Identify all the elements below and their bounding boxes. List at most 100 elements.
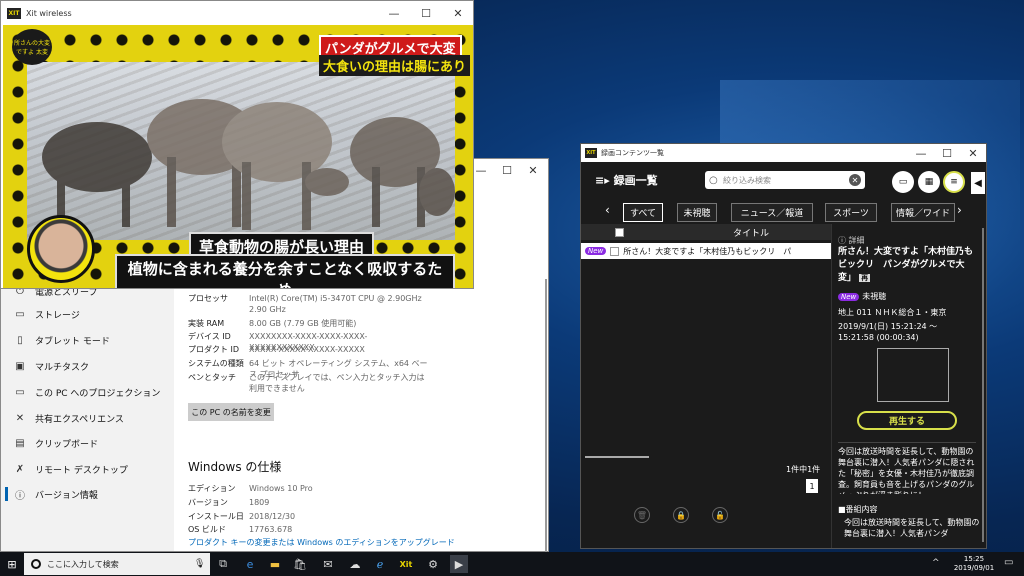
recorder-header: ≡▸ 録画一覧 ○ 絞り込み検索 ✕ ▭ ▦ ≡ ◀ bbox=[581, 162, 986, 200]
page-button[interactable]: 1 bbox=[806, 479, 818, 493]
rename-pc-button[interactable]: この PC の名前を変更 bbox=[188, 403, 274, 421]
spec-value: このディスプレイでは、ペン入力とタッチ入力は利用できません bbox=[249, 373, 425, 393]
notification-icon[interactable]: ▭ bbox=[1004, 557, 1013, 568]
nav-item-clipboard[interactable]: ▤ クリップボード bbox=[1, 431, 174, 455]
select-all-checkbox[interactable] bbox=[615, 227, 624, 237]
store-icon[interactable]: 🛍 bbox=[291, 555, 309, 573]
list-hscrollbar[interactable] bbox=[585, 456, 649, 458]
recorder-window-title: 録画コンテンツ一覧 bbox=[601, 149, 664, 157]
nav-item-projection[interactable]: ▭ この PC へのプロジェクション bbox=[1, 380, 174, 404]
recorder-window-controls: — ☐ ✕ bbox=[910, 144, 984, 162]
nav-item-storage[interactable]: ▭ ストレージ bbox=[1, 302, 174, 326]
new-badge: New bbox=[585, 247, 607, 255]
spec-key: OS ビルド bbox=[188, 525, 226, 534]
close-button[interactable]: ✕ bbox=[445, 2, 471, 24]
nav-item-label: 共有エクスペリエンス bbox=[35, 414, 124, 425]
taskbar-search-placeholder: ここに入力して検索 bbox=[47, 559, 119, 569]
video-window-controls: — ☐ ✕ bbox=[381, 2, 471, 24]
close-button[interactable]: ✕ bbox=[962, 144, 984, 162]
tab-info[interactable]: 情報／ワイド bbox=[891, 203, 955, 222]
video-scene bbox=[27, 62, 455, 240]
nav-item-label: タブレット モード bbox=[35, 336, 110, 347]
mail-icon[interactable]: ✉ bbox=[319, 555, 337, 573]
clear-search-icon[interactable]: ✕ bbox=[849, 174, 861, 186]
lock-icon[interactable]: 🔒 bbox=[673, 507, 689, 523]
maximize-button[interactable]: ☐ bbox=[936, 144, 958, 162]
play-button[interactable]: 再生する bbox=[857, 411, 957, 430]
start-button[interactable]: ⊞ bbox=[0, 552, 24, 576]
tab-unwatched[interactable]: 未視聴 bbox=[677, 203, 717, 222]
recording-list: タイトル New 所さん！大変ですよ「木村佳乃もビックリ パ 1件中1件 1 🗑… bbox=[581, 224, 831, 548]
product-key-link[interactable]: プロダクト キーの変更または Windows のエディションをアップグレード bbox=[188, 537, 455, 548]
spec-value: Intel(R) Core(TM) i5-3470T CPU @ 2.90GHz… bbox=[249, 294, 422, 314]
recordings-icon[interactable]: ≡ bbox=[943, 171, 965, 193]
settings-scrollbar[interactable] bbox=[545, 279, 547, 576]
taskbar: ⊞ ここに入力して検索 🎙 ⧉ e ▬ 🛍 ✉ ☁ ℯ Xit ⚙ ▶ ^ 15… bbox=[0, 552, 1024, 576]
filter-search-input[interactable]: ○ 絞り込み検索 ✕ bbox=[705, 171, 865, 189]
row-title: 所さん！大変ですよ「木村佳乃もビックリ パ bbox=[623, 246, 792, 256]
row-checkbox[interactable] bbox=[610, 246, 620, 256]
table-row[interactable]: New 所さん！大変ですよ「木村佳乃もビックリ パ bbox=[581, 243, 831, 259]
list-icon: ≡▸ bbox=[595, 174, 614, 187]
nav-item-multitask[interactable]: ▣ マルチタスク bbox=[1, 354, 174, 378]
spec-value: Windows 10 Pro bbox=[249, 484, 313, 493]
settings-icon[interactable]: ⚙ bbox=[424, 555, 442, 573]
edge-icon[interactable]: e bbox=[241, 555, 259, 573]
remote-icon: ✗ bbox=[15, 463, 25, 475]
unwatched-status: 未視聴 bbox=[862, 292, 887, 301]
windows-spec-heading: Windows の仕様 bbox=[188, 460, 282, 474]
recording-list-text: 録画一覧 bbox=[613, 174, 658, 187]
explorer-icon[interactable]: ▬ bbox=[266, 555, 284, 573]
search-placeholder: 絞り込み検索 bbox=[723, 175, 771, 185]
tab-sports[interactable]: スポーツ bbox=[825, 203, 877, 222]
task-view-icon[interactable]: ⧉ bbox=[214, 555, 232, 573]
unlock-icon[interactable]: 🔓 bbox=[712, 507, 728, 523]
tab-news[interactable]: ニュース／報道 bbox=[731, 203, 813, 222]
microphone-icon[interactable]: 🎙 bbox=[194, 559, 206, 569]
detail-scrollbar[interactable] bbox=[982, 228, 984, 542]
minimize-button[interactable]: — bbox=[910, 144, 932, 162]
rerun-tag: 再 bbox=[859, 274, 871, 282]
spec-key: インストール日 bbox=[188, 512, 244, 521]
spec-row: 実装 RAM 8.00 GB (7.79 GB 使用可能) bbox=[188, 318, 528, 329]
nav-item-label: バージョン情報 bbox=[35, 490, 98, 501]
tabs-prev-icon[interactable]: ‹ bbox=[605, 203, 610, 217]
datetime-end-text: 15:21:58 (00:00:34) bbox=[838, 333, 919, 342]
nav-item-label: リモート デスクトップ bbox=[35, 465, 128, 476]
spec-key: バージョン bbox=[188, 498, 228, 507]
minimize-button[interactable]: — bbox=[381, 2, 407, 24]
nav-item-about[interactable]: ⓘ バージョン情報 bbox=[1, 482, 174, 506]
spec-row: バージョン 1809 bbox=[188, 497, 528, 508]
clipboard-icon: ▤ bbox=[15, 437, 25, 449]
delete-icon[interactable]: 🗑 bbox=[634, 507, 650, 523]
spec-key: プロセッサ bbox=[188, 294, 228, 303]
nav-item-shared[interactable]: ✕ 共有エクスペリエンス bbox=[1, 406, 174, 430]
spec-key: エディション bbox=[188, 484, 236, 493]
info-icon: ⓘ bbox=[838, 236, 849, 245]
tv-icon[interactable]: ▭ bbox=[892, 171, 914, 193]
taskbar-search-input[interactable]: ここに入力して検索 🎙 bbox=[24, 553, 210, 575]
tab-all[interactable]: すべて bbox=[623, 203, 663, 222]
subtitle-line-2: 植物に含まれる養分を余すことなく吸収するため bbox=[115, 254, 455, 288]
collapse-panel-button[interactable]: ◀ bbox=[971, 172, 985, 194]
guide-icon[interactable]: ▦ bbox=[918, 171, 940, 193]
tray-overflow-icon[interactable]: ^ bbox=[932, 558, 940, 568]
divider bbox=[838, 442, 976, 443]
column-title: タイトル bbox=[733, 229, 770, 239]
photos-icon[interactable]: ☁ bbox=[346, 555, 364, 573]
caption-second: 大食いの理由は腸にあり bbox=[319, 55, 471, 76]
nav-item-tablet[interactable]: ▯ タブレット モード bbox=[1, 328, 174, 352]
info-icon: ⓘ bbox=[15, 490, 25, 502]
xit-app-icon: XIT bbox=[7, 7, 21, 19]
clock[interactable]: 15:25 2019/09/01 bbox=[950, 555, 998, 573]
ie-icon[interactable]: ℯ bbox=[371, 555, 389, 573]
nav-item-remote[interactable]: ✗ リモート デスクトップ bbox=[1, 457, 174, 481]
maximize-button[interactable]: ☐ bbox=[413, 2, 439, 24]
channel-logo: 所さんの大変ですよ 太変 bbox=[12, 29, 52, 65]
clock-date: 2019/09/01 bbox=[953, 564, 995, 572]
xit-icon[interactable]: Xit bbox=[397, 555, 415, 573]
recording-list-label[interactable]: ≡▸ 録画一覧 bbox=[595, 172, 658, 188]
video-frame[interactable]: 所さんの大変ですよ 太変 パンダがグルメで大変 大食いの理由は腸にあり 草食動物… bbox=[3, 25, 473, 288]
xit-player-icon[interactable]: ▶ bbox=[450, 555, 468, 573]
tabs-next-icon[interactable]: › bbox=[957, 203, 962, 217]
